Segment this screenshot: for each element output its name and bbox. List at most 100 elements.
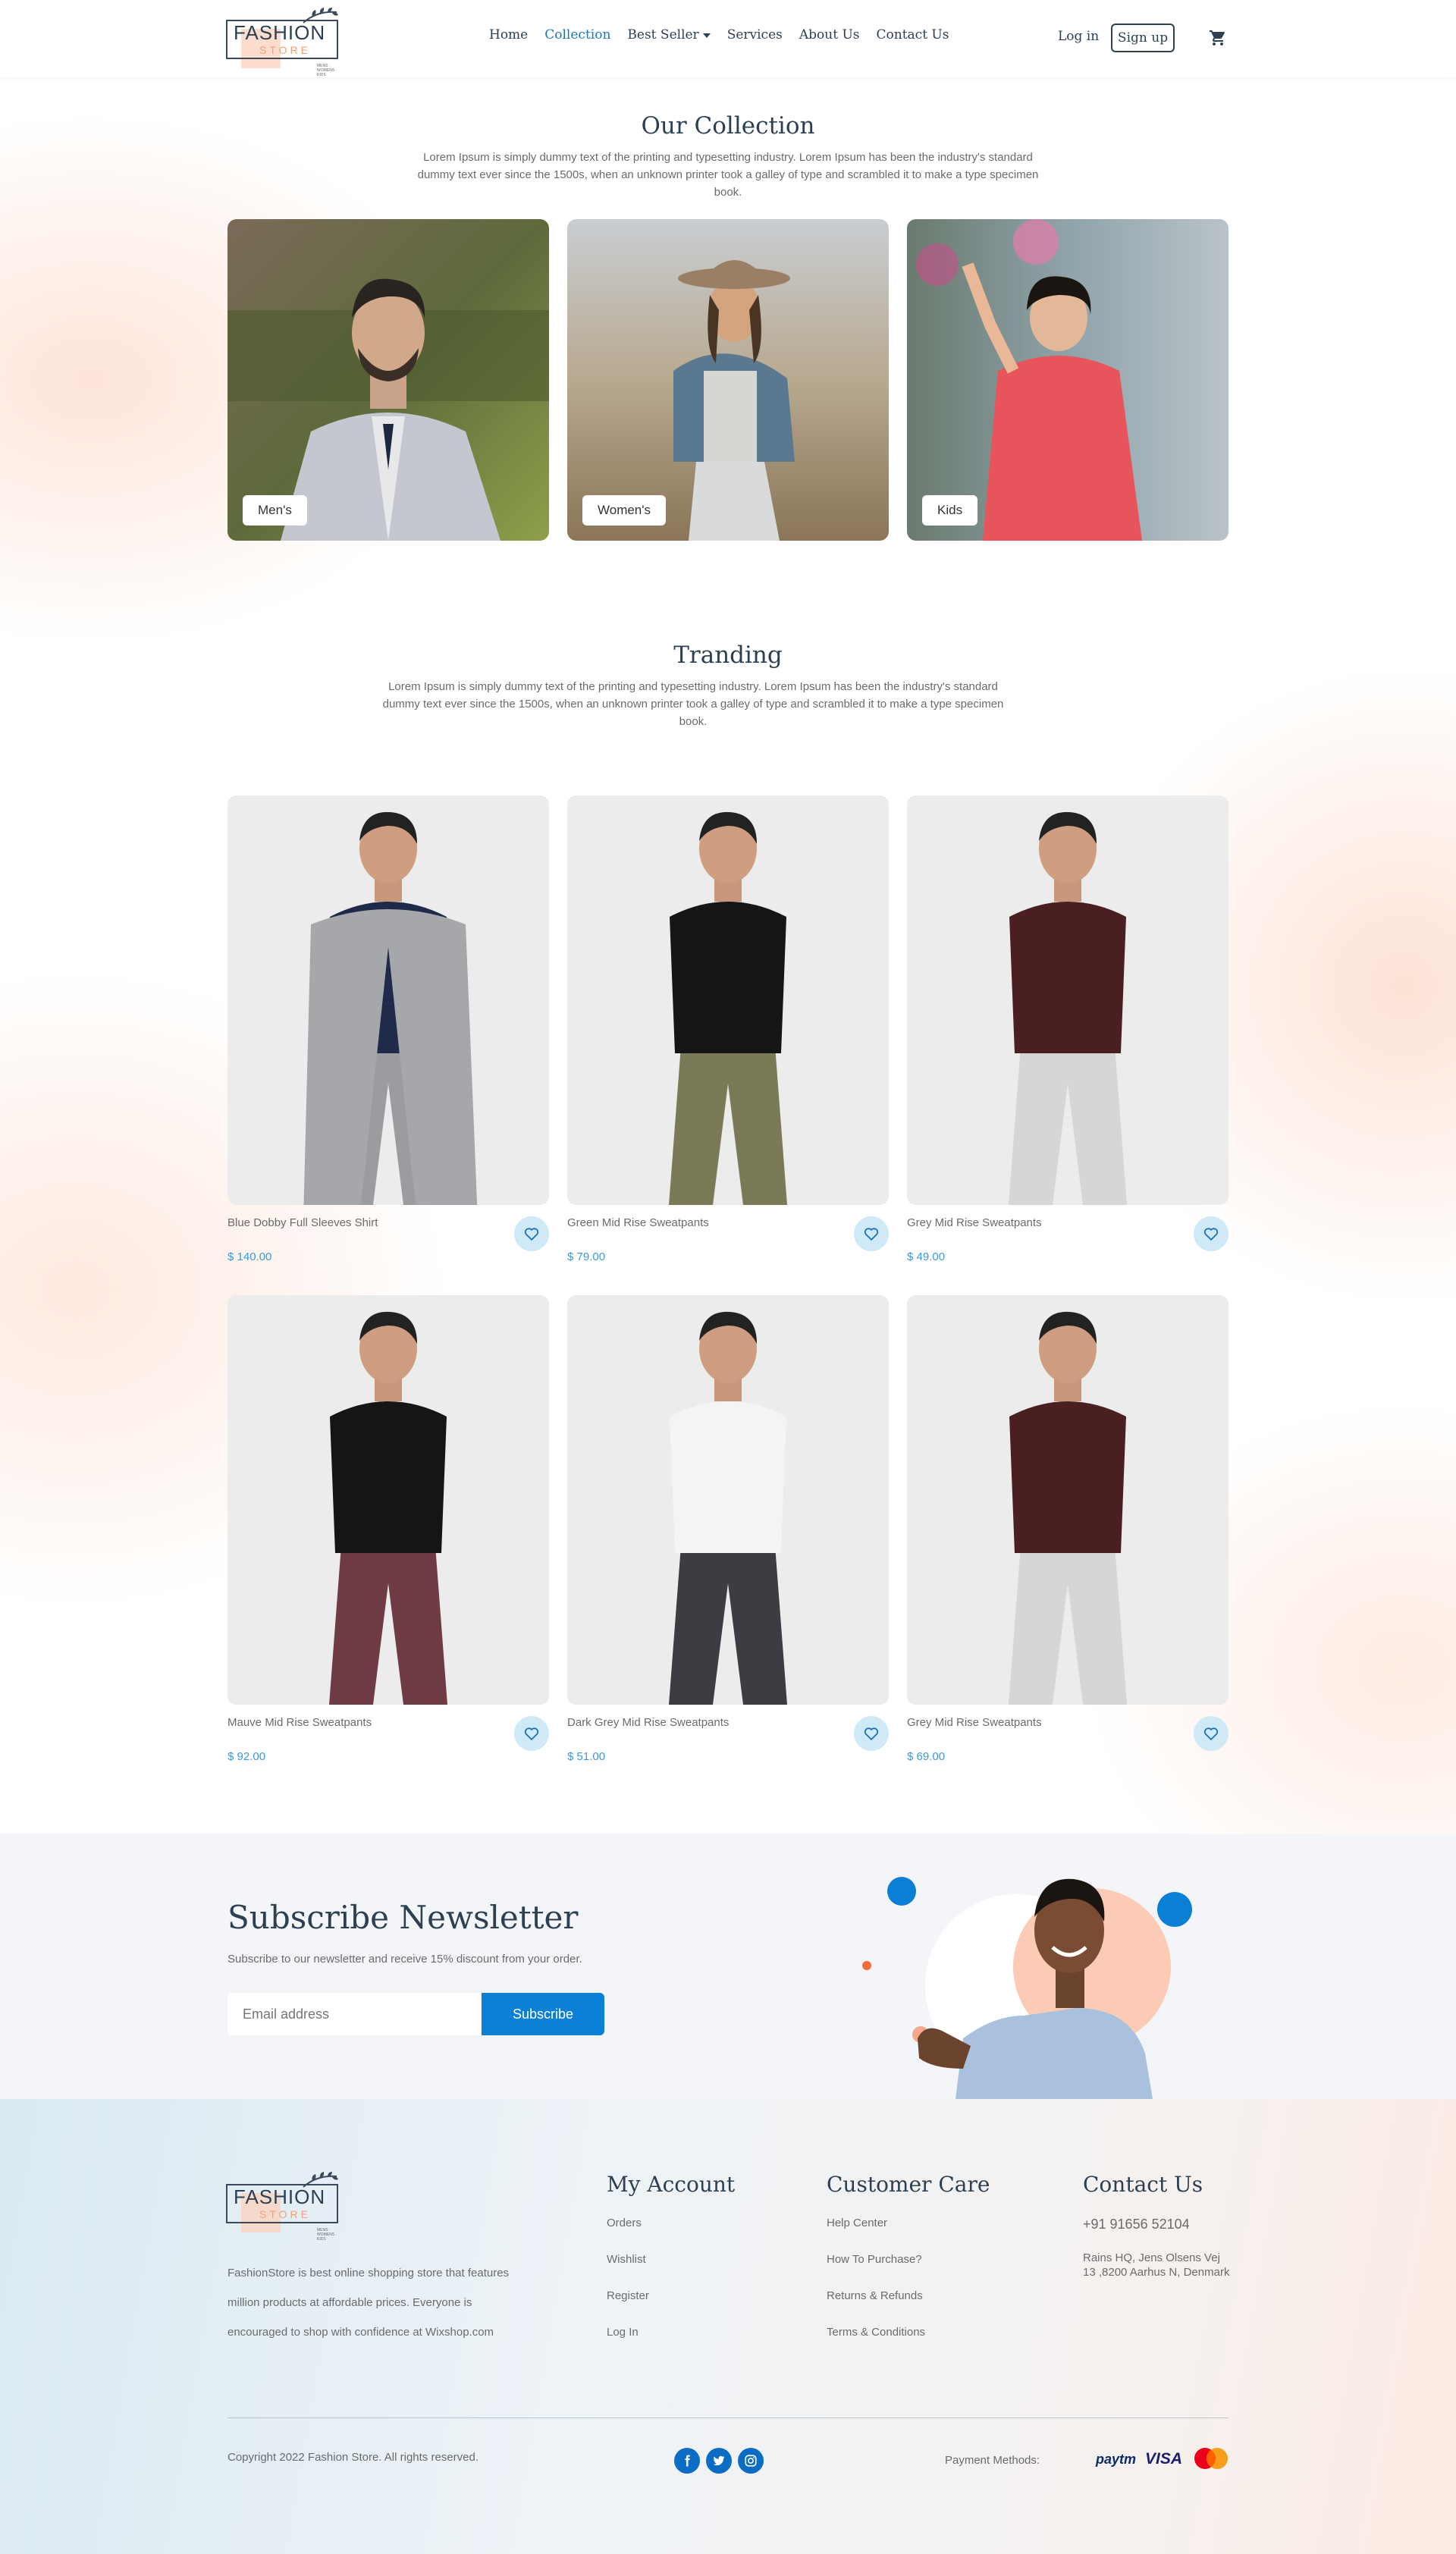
- product-price: $ 79.00: [567, 1250, 606, 1263]
- footer-logo-tag: MENS · WOMENS · KIDS: [317, 2228, 337, 2242]
- heart-icon: [1203, 1727, 1219, 1740]
- women-photo: [567, 219, 889, 541]
- wishlist-button[interactable]: [1194, 1216, 1228, 1251]
- trending-text: Lorem Ipsum is simply dummy text of the …: [382, 680, 1004, 728]
- nav-home[interactable]: Home: [489, 27, 528, 42]
- product-image[interactable]: [907, 795, 1228, 1205]
- product-price: $ 92.00: [228, 1750, 266, 1763]
- subscribe-button[interactable]: Subscribe: [482, 1993, 604, 2035]
- product-name[interactable]: Blue Dobby Full Sleeves Shirt: [228, 1216, 378, 1229]
- product-price: $ 49.00: [907, 1250, 946, 1263]
- collection-label-kids: Kids: [922, 495, 978, 526]
- product-image[interactable]: [228, 1295, 549, 1705]
- collection-card-women[interactable]: Women's: [567, 219, 889, 541]
- product-name[interactable]: Grey Mid Rise Sweatpants: [907, 1716, 1042, 1729]
- wishlist-button[interactable]: [514, 1216, 549, 1251]
- trending-title: Tranding: [673, 642, 783, 669]
- product-image[interactable]: [567, 1295, 889, 1705]
- footer-logo-sub: STORE: [259, 2208, 311, 2220]
- footer-link-register[interactable]: Register: [607, 2289, 735, 2302]
- product-name[interactable]: Grey Mid Rise Sweatpants: [907, 1216, 1042, 1229]
- footer-link-wishlist[interactable]: Wishlist: [607, 2253, 735, 2266]
- heart-icon: [864, 1727, 879, 1740]
- wishlist-button[interactable]: [854, 1216, 889, 1251]
- product-card[interactable]: Grey Mid Rise Sweatpants $ 49.00: [907, 795, 1228, 1263]
- logo-brand: FASHION: [234, 21, 326, 44]
- footer-link-terms[interactable]: Terms & Conditions: [827, 2326, 990, 2339]
- product-name[interactable]: Mauve Mid Rise Sweatpants: [228, 1716, 372, 1729]
- newsletter-title: Subscribe Newsletter: [228, 1899, 579, 1936]
- product-image[interactable]: [228, 795, 549, 1205]
- email-field[interactable]: [228, 1993, 482, 2035]
- collection-card-men[interactable]: Men's: [228, 219, 549, 541]
- collection-card-kids[interactable]: Kids: [907, 219, 1228, 541]
- logo-tag: MENS · WOMENS · KIDS: [317, 64, 337, 77]
- facebook-glyph: [685, 2455, 690, 2467]
- visa-logo: VISA: [1145, 2450, 1183, 2468]
- product-image[interactable]: [567, 795, 889, 1205]
- product-photo: [228, 1295, 549, 1705]
- signup-button[interactable]: Sign up: [1111, 24, 1175, 52]
- nav-contact[interactable]: Contact Us: [877, 27, 949, 42]
- heart-icon: [524, 1727, 539, 1740]
- footer-phone[interactable]: +91 91656 52104: [1083, 2217, 1235, 2232]
- men-photo: [228, 219, 549, 541]
- login-link[interactable]: Log in: [1058, 29, 1099, 44]
- product-image[interactable]: [907, 1295, 1228, 1705]
- site-header: FASHION STORE MENS · WOMENS · KIDS Home …: [0, 0, 1456, 77]
- nav-about[interactable]: About Us: [799, 27, 860, 42]
- collection-label-men: Men's: [243, 495, 307, 526]
- instagram-icon[interactable]: [738, 2448, 764, 2474]
- twitter-glyph: [713, 2455, 725, 2466]
- kids-photo: [907, 219, 1228, 541]
- product-name[interactable]: Dark Grey Mid Rise Sweatpants: [567, 1716, 729, 1729]
- nav-collection[interactable]: Collection: [544, 27, 610, 42]
- wishlist-button[interactable]: [514, 1716, 549, 1751]
- product-card[interactable]: Green Mid Rise Sweatpants $ 79.00: [567, 795, 889, 1263]
- product-photo: [228, 795, 549, 1205]
- footer-account-title: My Account: [607, 2172, 736, 2197]
- mastercard-logo: [1194, 2448, 1228, 2469]
- wishlist-button[interactable]: [1194, 1716, 1228, 1751]
- footer-logo-brand: FASHION: [234, 2185, 326, 2208]
- newsletter-illustration: [862, 1877, 1192, 2099]
- facebook-icon[interactable]: [674, 2448, 700, 2474]
- footer-logo[interactable]: FASHION STORE MENS · WOMENS · KIDS: [226, 2170, 341, 2242]
- collection-title: Our Collection: [641, 112, 815, 140]
- footer-care-column: Customer Care Help Center How To Purchas…: [827, 2172, 990, 2362]
- footer-copyright: Copyright 2022 Fashion Store. All rights…: [228, 2451, 479, 2464]
- product-photo: [567, 795, 889, 1205]
- footer-link-orders[interactable]: Orders: [607, 2217, 735, 2229]
- newsletter-section: Subscribe Newsletter Subscribe to our ne…: [0, 1834, 1456, 2099]
- heart-icon: [1203, 1228, 1219, 1241]
- instagram-glyph: [745, 2455, 757, 2467]
- footer-description: FashionStore is best online shopping sto…: [228, 2267, 510, 2339]
- heart-icon: [864, 1228, 879, 1241]
- product-card[interactable]: Blue Dobby Full Sleeves Shirt $ 140.00: [228, 795, 549, 1263]
- product-card[interactable]: Mauve Mid Rise Sweatpants $ 92.00: [228, 1295, 549, 1763]
- wishlist-button[interactable]: [854, 1716, 889, 1751]
- footer-link-purchase[interactable]: How To Purchase?: [827, 2253, 990, 2266]
- product-card[interactable]: Grey Mid Rise Sweatpants $ 69.00: [907, 1295, 1228, 1763]
- footer-link-help[interactable]: Help Center: [827, 2217, 990, 2229]
- nav-services[interactable]: Services: [727, 27, 783, 42]
- nav-best-seller-label: Best Seller: [627, 27, 699, 42]
- heart-icon: [524, 1228, 539, 1241]
- footer-link-login[interactable]: Log In: [607, 2326, 735, 2339]
- footer-contact-column: Contact Us +91 91656 52104 Rains HQ, Jen…: [1083, 2172, 1235, 2279]
- product-name[interactable]: Green Mid Rise Sweatpants: [567, 1216, 709, 1229]
- footer-account-column: My Account Orders Wishlist Register Log …: [607, 2172, 735, 2362]
- product-photo: [567, 1295, 889, 1705]
- nav-best-seller[interactable]: Best Seller: [627, 27, 711, 42]
- product-price: $ 69.00: [907, 1750, 946, 1763]
- site-footer: FASHION STORE MENS · WOMENS · KIDS Fashi…: [0, 2099, 1456, 2554]
- site-logo[interactable]: FASHION STORE MENS · WOMENS · KIDS: [226, 6, 341, 77]
- twitter-icon[interactable]: [706, 2448, 732, 2474]
- footer-care-title: Customer Care: [827, 2172, 990, 2197]
- product-photo: [907, 1295, 1228, 1705]
- product-price: $ 140.00: [228, 1250, 272, 1263]
- footer-link-returns[interactable]: Returns & Refunds: [827, 2289, 990, 2302]
- product-card[interactable]: Dark Grey Mid Rise Sweatpants $ 51.00: [567, 1295, 889, 1763]
- logo-sub: STORE: [259, 44, 311, 56]
- cart-icon[interactable]: [1209, 29, 1227, 47]
